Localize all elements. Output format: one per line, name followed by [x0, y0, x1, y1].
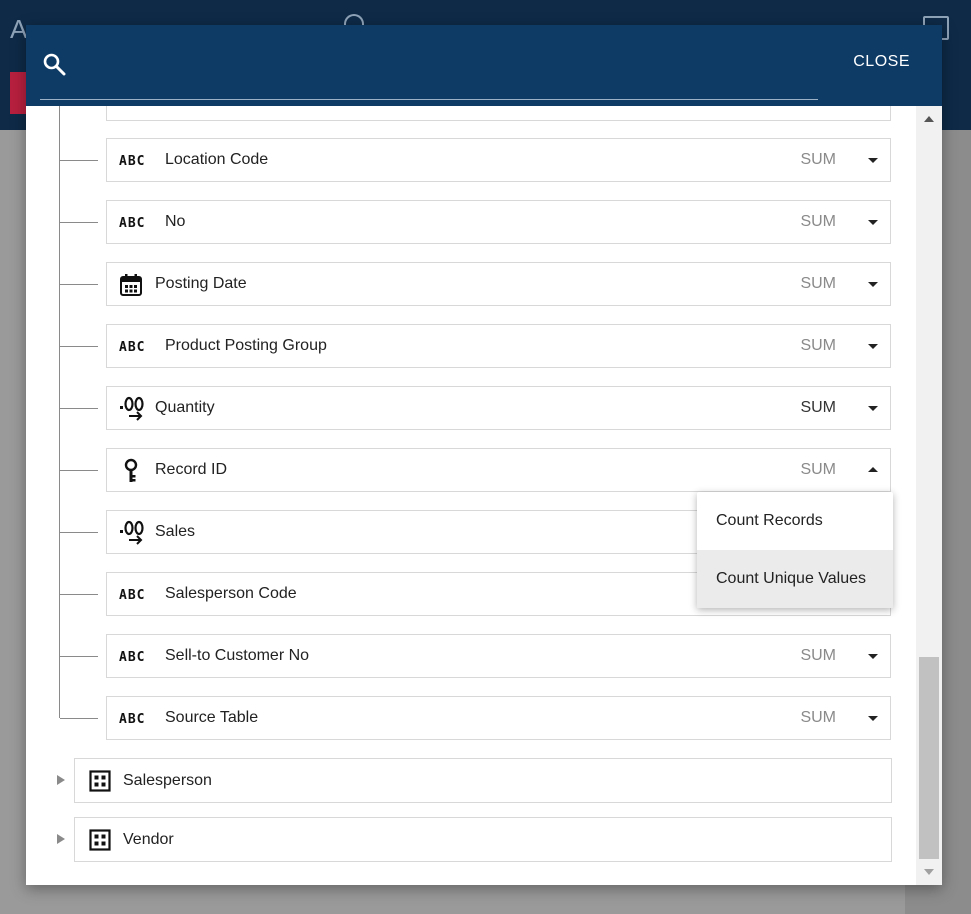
scrollbar-thumb[interactable] [919, 657, 939, 859]
group-label: Salesperson [123, 772, 212, 789]
aggregation-value[interactable]: SUM [800, 647, 836, 665]
chevron-down-icon[interactable] [868, 406, 878, 411]
aggregation-value[interactable]: SUM [800, 709, 836, 727]
chevron-down-icon[interactable] [868, 716, 878, 721]
tree-connector [60, 222, 98, 223]
table-grid-icon [89, 829, 111, 851]
tree-connector [60, 656, 98, 657]
field-label: Product Posting Group [165, 337, 327, 354]
abc-icon: ABC [119, 339, 146, 355]
aggregation-value[interactable]: SUM [800, 151, 836, 169]
expand-arrow-icon[interactable] [57, 834, 65, 844]
tree-connector [60, 346, 98, 347]
menu-item-count-records[interactable]: Count Records [697, 492, 893, 550]
field-row-partial[interactable] [106, 106, 891, 121]
chevron-down-icon[interactable] [868, 344, 878, 349]
field-row-record-id[interactable]: Record ID SUM [106, 448, 891, 492]
search-input[interactable] [40, 71, 818, 100]
table-grid-icon [89, 770, 111, 792]
chevron-down-icon[interactable] [868, 654, 878, 659]
tree-line [59, 106, 60, 718]
tree-connector [60, 160, 98, 161]
field-row-sell-to-customer-no[interactable]: ABC Sell-to Customer No SUM [106, 634, 891, 678]
field-label: Record ID [155, 461, 228, 478]
decimal-number-icon [119, 396, 147, 421]
tree-connector [60, 284, 98, 285]
dialog-header: CLOSE [26, 25, 942, 106]
expand-arrow-icon[interactable] [57, 775, 65, 785]
scroll-down-icon[interactable] [924, 869, 934, 875]
decimal-number-icon [119, 520, 147, 545]
chevron-down-icon[interactable] [868, 282, 878, 287]
tree-connector [60, 532, 98, 533]
field-picker-dialog: CLOSE ABC Location Code SUM ABC No SUM P… [26, 25, 942, 885]
scroll-up-icon[interactable] [924, 116, 934, 122]
calendar-icon [119, 273, 147, 297]
abc-icon: ABC [119, 587, 146, 603]
key-icon [119, 458, 147, 483]
aggregation-value[interactable]: SUM [800, 461, 836, 479]
field-row-no[interactable]: ABC No SUM [106, 200, 891, 244]
scrollbar[interactable] [916, 106, 942, 885]
field-label: Posting Date [155, 275, 247, 292]
field-row-product-posting-group[interactable]: ABC Product Posting Group SUM [106, 324, 891, 368]
abc-icon: ABC [119, 215, 146, 231]
aggregation-value[interactable]: SUM [800, 399, 836, 417]
field-label: Location Code [165, 151, 269, 168]
app-title: A [10, 14, 28, 44]
group-label: Vendor [123, 831, 174, 848]
close-button[interactable]: CLOSE [853, 53, 910, 71]
group-row-vendor[interactable]: Vendor [57, 817, 892, 862]
field-row-location-code[interactable]: ABC Location Code SUM [106, 138, 891, 182]
abc-icon: ABC [119, 711, 146, 727]
aggregation-value[interactable]: SUM [800, 213, 836, 231]
chevron-down-icon[interactable] [868, 158, 878, 163]
abc-icon: ABC [119, 649, 146, 665]
field-label: Sell-to Customer No [165, 647, 310, 664]
aggregation-menu: Count Records Count Unique Values [697, 492, 893, 608]
menu-item-count-unique-values[interactable]: Count Unique Values [697, 550, 893, 608]
tree-connector [60, 718, 98, 719]
field-row-quantity[interactable]: Quantity SUM [106, 386, 891, 430]
aggregation-value[interactable]: SUM [800, 337, 836, 355]
group-row-salesperson[interactable]: Salesperson [57, 758, 892, 803]
field-row-posting-date[interactable]: Posting Date SUM [106, 262, 891, 306]
tree-connector [60, 408, 98, 409]
field-label: Sales [155, 523, 196, 540]
tree-connector [60, 594, 98, 595]
tree-connector [60, 470, 98, 471]
aggregation-value[interactable]: SUM [800, 275, 836, 293]
abc-icon: ABC [119, 153, 146, 169]
field-label: No [165, 213, 186, 230]
field-label: Quantity [155, 399, 215, 416]
field-label: Source Table [165, 709, 259, 726]
field-row-source-table[interactable]: ABC Source Table SUM [106, 696, 891, 740]
chevron-up-icon[interactable] [868, 467, 878, 472]
chevron-down-icon[interactable] [868, 220, 878, 225]
field-label: Salesperson Code [165, 585, 297, 602]
